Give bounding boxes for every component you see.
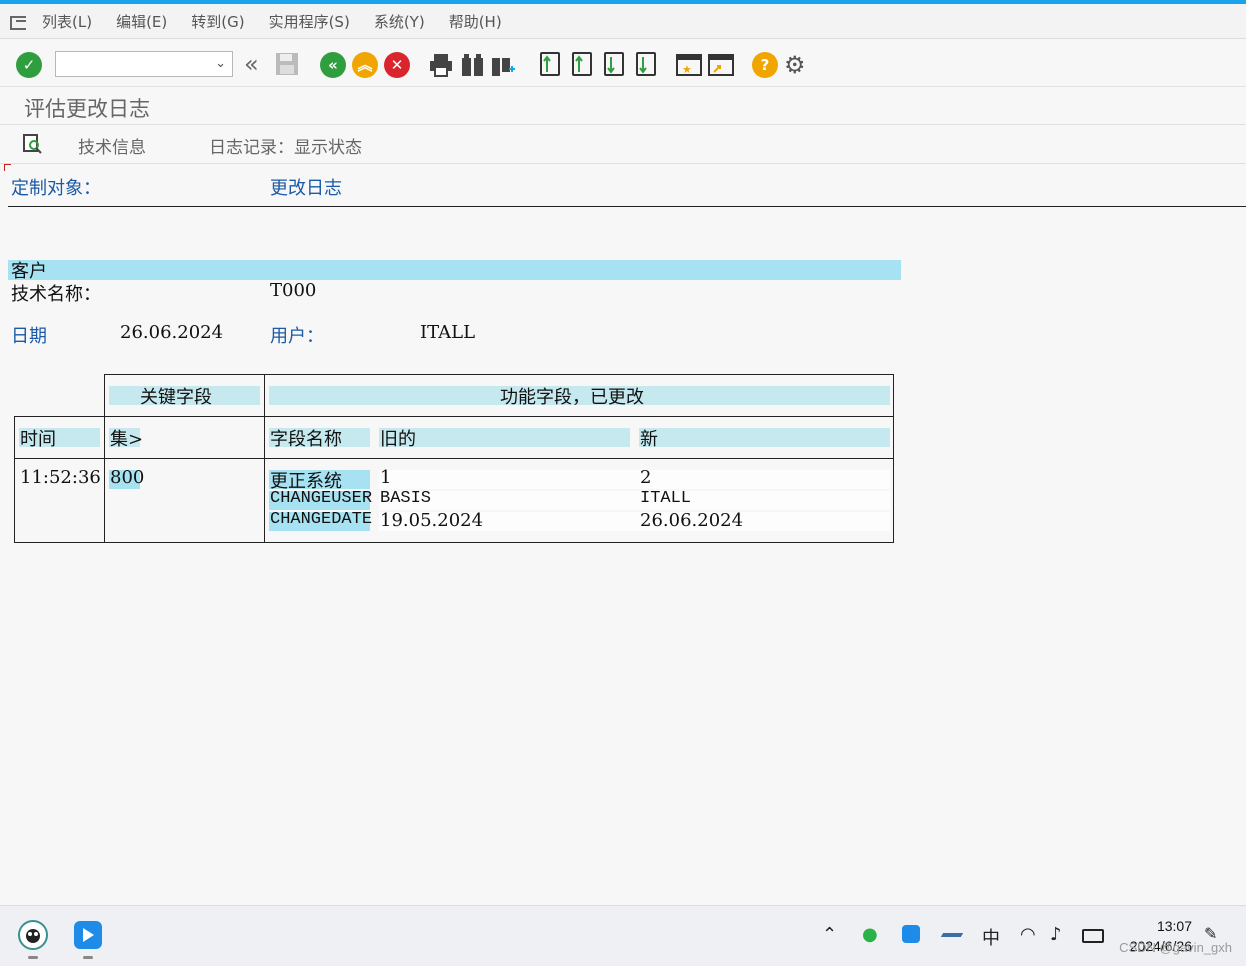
menu-system-icon[interactable] — [10, 13, 30, 30]
menu-system[interactable]: 系统(Y) — [374, 11, 425, 32]
date-label: 日期 — [11, 326, 47, 347]
app-running-indicator — [83, 956, 93, 959]
next-page-icon[interactable] — [604, 52, 624, 76]
cancel-icon[interactable]: ✕ — [384, 52, 410, 78]
print-icon[interactable] — [428, 52, 454, 78]
key-fields-header: 关键字段 — [140, 387, 212, 408]
pen-icon[interactable] — [940, 933, 964, 937]
wifi-icon[interactable]: ◠ — [1020, 924, 1036, 945]
settings-icon[interactable]: ⚙ — [784, 52, 810, 78]
old-value: 1 — [380, 467, 392, 488]
up-icon[interactable]: ︽ — [352, 52, 378, 78]
volume-icon[interactable]: ♪ — [1050, 924, 1062, 945]
time-column-header: 时间 — [20, 429, 56, 450]
find-icon[interactable] — [460, 52, 486, 78]
find-next-icon[interactable] — [490, 52, 516, 78]
enter-icon[interactable]: ✓ — [16, 52, 42, 78]
menu-bar: 列表(L) 编辑(E) 转到(G) 实用程序(S) 系统(Y) 帮助(H) — [0, 4, 1246, 39]
tech-info-button[interactable]: 技术信息 — [78, 133, 146, 158]
screen-title-bar: 评估更改日志 — [0, 87, 1246, 125]
back-icon[interactable]: « — [320, 52, 346, 78]
field-name-column-header: 字段名称 — [270, 429, 342, 450]
watermark: CSDN @gavin_gxh — [1119, 940, 1232, 955]
shortcut-icon[interactable] — [708, 52, 734, 78]
sap-logon-app-icon[interactable] — [18, 920, 48, 950]
change-time: 11:52:36 — [20, 467, 101, 488]
object-label: 定制对象： — [11, 178, 101, 199]
chevron-up-icon[interactable]: ⌃ — [822, 924, 837, 945]
date-value: 26.06.2024 — [120, 322, 224, 343]
screen-title: 评估更改日志 — [24, 97, 150, 121]
last-page-icon[interactable] — [636, 52, 656, 76]
new-value: 26.06.2024 — [640, 510, 744, 531]
menu-list[interactable]: 列表(L) — [42, 11, 92, 32]
menu-goto[interactable]: 转到(G) — [191, 11, 244, 32]
battery-icon[interactable] — [1082, 929, 1104, 943]
tech-name-label: 技术名称： — [11, 284, 101, 305]
menu-edit[interactable]: 编辑(E) — [116, 11, 167, 32]
inspect-icon[interactable] — [22, 134, 42, 154]
create-session-icon[interactable]: ★ — [676, 52, 702, 78]
user-value: ITALL — [420, 322, 476, 343]
new-value: ITALL — [640, 489, 692, 508]
windows-taskbar: ⌃ ● 中 ◠ ♪ 13:07 2024/6/26 ✎ CSDN @gavin_… — [0, 905, 1246, 966]
menu-utilities[interactable]: 实用程序(S) — [269, 11, 350, 32]
client-set-value[interactable]: 800 — [110, 467, 144, 488]
object-value: 更改日志 — [270, 178, 342, 199]
chevron-down-icon[interactable]: ⌄ — [215, 56, 226, 71]
application-toolbar: 技术信息 日志记录：显示状态 — [0, 125, 1246, 164]
collapse-command-icon[interactable]: « — [244, 52, 270, 78]
report-list: 定制对象： 更改日志 客户 技术名称： T000 日期 26.06.2024 用… — [0, 164, 1246, 904]
header-divider — [8, 206, 1246, 207]
old-value: 19.05.2024 — [380, 510, 484, 531]
ime-indicator[interactable]: 中 — [982, 924, 1000, 950]
feishu-app-icon[interactable] — [74, 921, 102, 949]
svg-text:★: ★ — [682, 63, 692, 76]
field-name: CHANGEUSER — [270, 489, 373, 508]
command-field[interactable]: ⌄ — [55, 51, 233, 77]
old-value: BASIS — [380, 489, 432, 508]
clock-time: 13:07 — [1156, 918, 1192, 934]
menu-help[interactable]: 帮助(H) — [449, 11, 502, 32]
field-name: CHANGEDATE — [270, 510, 373, 529]
new-value: 2 — [640, 467, 652, 488]
save-icon[interactable] — [275, 52, 301, 78]
set-column-header: 集> — [110, 429, 144, 450]
app-running-indicator — [28, 956, 38, 959]
section-bar: 客户 — [8, 260, 901, 282]
first-page-icon[interactable] — [540, 52, 560, 76]
wechat-icon[interactable]: ● — [862, 924, 878, 945]
user-label: 用户： — [270, 326, 324, 347]
old-value-column-header: 旧的 — [380, 429, 416, 450]
feishu-tray-icon[interactable] — [902, 925, 920, 943]
new-value-column-header: 新 — [640, 429, 658, 450]
help-icon[interactable]: ? — [752, 52, 778, 78]
standard-toolbar: ✓ ⌄ « « ︽ ✕ ★ ? ⚙ — [0, 40, 1246, 87]
function-fields-header: 功能字段，已更改 — [500, 387, 644, 408]
list-corner-marker — [4, 164, 11, 171]
tech-name-value: T000 — [270, 280, 317, 301]
prev-page-icon[interactable] — [572, 52, 592, 76]
log-status-button[interactable]: 日志记录：显示状态 — [209, 133, 362, 158]
